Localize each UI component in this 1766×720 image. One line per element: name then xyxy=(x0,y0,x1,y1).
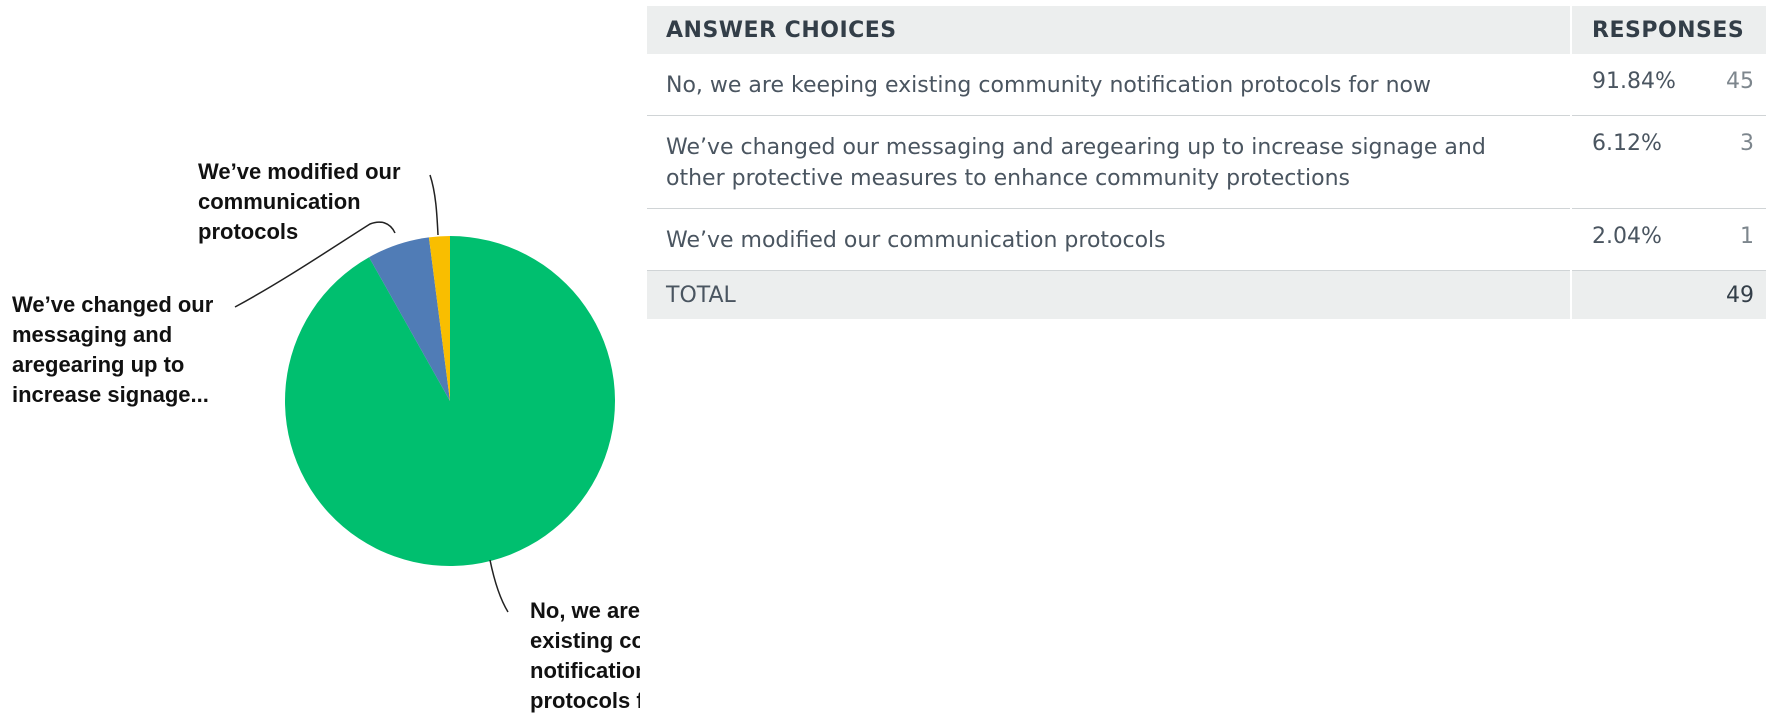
response-percent: 6.12% xyxy=(1570,115,1696,209)
slice-callout-label: No, we are keeping existing community noti… xyxy=(530,598,640,713)
callout-line: protocols for now xyxy=(530,688,640,713)
callout-line: We’ve changed our xyxy=(12,292,214,317)
callout-line: notification xyxy=(530,658,640,683)
callout-line: existing community xyxy=(530,628,640,653)
leader-line xyxy=(489,559,509,613)
callout-line: No, we are keeping xyxy=(530,598,640,623)
response-percent: 91.84% xyxy=(1570,54,1696,116)
table-row: We’ve changed our messaging and aregeari… xyxy=(647,115,1766,209)
responses-table: ANSWER CHOICES RESPONSES No, we are keep… xyxy=(647,6,1766,319)
total-count: 49 xyxy=(1696,270,1766,319)
slice-callout-label: We’ve modified our communication protocols xyxy=(198,159,401,244)
leader-line xyxy=(429,174,439,236)
answer-choice: No, we are keeping existing community no… xyxy=(647,54,1571,116)
response-percent: 2.04% xyxy=(1570,208,1696,271)
answer-choice: We’ve changed our messaging and aregeari… xyxy=(647,115,1571,209)
table-header-row: ANSWER CHOICES RESPONSES xyxy=(647,6,1766,54)
header-responses: RESPONSES xyxy=(1570,6,1766,54)
response-count: 3 xyxy=(1696,115,1766,209)
callout-line: messaging and xyxy=(12,322,172,347)
header-answer-choices: ANSWER CHOICES xyxy=(647,6,1571,54)
table-row: We’ve modified our communication protoco… xyxy=(647,208,1766,271)
table-row: No, we are keeping existing community no… xyxy=(647,54,1766,116)
callout-line: communication xyxy=(198,189,361,214)
callout-line: We’ve modified our xyxy=(198,159,401,184)
response-count: 45 xyxy=(1696,54,1766,116)
callout-line: protocols xyxy=(198,219,298,244)
total-label: TOTAL xyxy=(647,270,1571,319)
total-percent-cell xyxy=(1570,270,1696,319)
callout-line: aregearing up to xyxy=(12,352,184,377)
response-count: 1 xyxy=(1696,208,1766,271)
callout-line: increase signage... xyxy=(12,382,209,407)
responses-table-container: ANSWER CHOICES RESPONSES No, we are keep… xyxy=(647,6,1766,319)
slice-callout-label: We’ve changed our messaging and aregearing… xyxy=(12,292,214,407)
pie-chart: No, we are keeping existing community noti… xyxy=(12,159,640,713)
total-row: TOTAL 49 xyxy=(647,270,1766,319)
answer-choice: We’ve modified our communication protoco… xyxy=(647,208,1571,271)
